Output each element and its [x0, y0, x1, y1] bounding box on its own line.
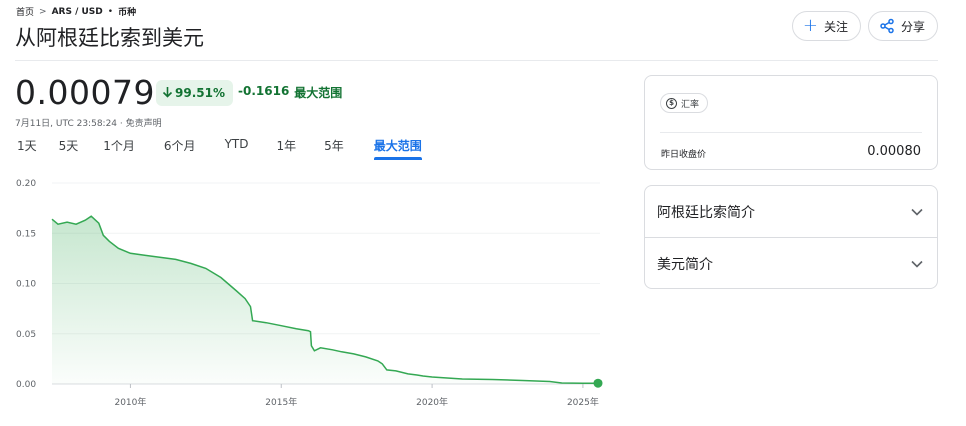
about-usd-item[interactable]: 美元简介 [645, 238, 937, 288]
about-usd-label: 美元简介 [657, 257, 713, 273]
change-absolute: -0.1616 最大范围 [238, 84, 342, 101]
change-percent-badge: 99.51% [156, 80, 233, 106]
price-chart[interactable]: 0.20 0.15 0.10 0.05 0.00 2010年 2015年 2020年 2025… [0, 170, 620, 426]
x-axis: 2010年 2015年 2020年 2025年 [114, 384, 599, 408]
range-tabs: 1天 5天 1个月 6个月 YTD 1年 5年 最大范围 [17, 137, 422, 160]
prev-close-label: 昨日收盘价 [661, 150, 707, 160]
chevron-down-icon [911, 208, 923, 216]
disclaimer-link[interactable]: 免责声明 [126, 119, 162, 129]
about-ars-item[interactable]: 阿根廷比索简介 [645, 186, 937, 238]
dollar-icon: $ [666, 97, 677, 109]
about-ars-label: 阿根廷比索简介 [657, 204, 755, 221]
breadcrumb: 首页 > ARS / USD • 币种 [16, 5, 137, 19]
breadcrumb-pair: ARS / USD [51, 6, 103, 17]
tab-max-range[interactable]: 最大范围 [373, 137, 422, 160]
price-area [52, 216, 598, 384]
plus-icon: + [802, 15, 818, 36]
tab-1-day[interactable]: 1天 [17, 137, 37, 160]
y-axis: 0.20 0.15 0.10 0.05 0.00 [16, 179, 36, 390]
y-tick-label: 0.10 [16, 280, 36, 290]
tab-6-month[interactable]: 6个月 [164, 137, 196, 160]
breadcrumb-separator: > [39, 6, 47, 17]
rate-chip[interactable]: $ 汇率 [660, 93, 709, 113]
follow-button[interactable]: + 关注 [791, 11, 861, 41]
follow-label: 关注 [823, 19, 848, 34]
x-tick-label: 2010年 [114, 396, 146, 408]
change-percent: 99.51% [175, 86, 225, 100]
timestamp: 7月11日, UTC 23:58:24 · 免责声明 [15, 116, 162, 129]
change-value: -0.1616 [238, 84, 290, 98]
tab-1-month[interactable]: 1个月 [103, 137, 135, 160]
rate-chip-label: 汇率 [681, 99, 700, 110]
y-tick-label: 0.05 [16, 330, 36, 340]
y-tick-label: 0.20 [16, 179, 36, 189]
share-button[interactable]: 分享 [867, 11, 938, 41]
x-tick-label: 2025年 [567, 396, 599, 408]
tab-1-year[interactable]: 1年 [276, 137, 296, 160]
header-divider [15, 60, 938, 61]
y-tick-label: 0.00 [16, 380, 36, 390]
share-icon [879, 18, 895, 34]
prev-close-value: 0.00080 [867, 144, 921, 159]
arrow-down-icon [162, 86, 173, 101]
current-price: 0.00079 [15, 73, 155, 112]
breadcrumb-home[interactable]: 首页 [16, 5, 34, 18]
top-actions: + 关注 分享 [791, 11, 938, 41]
chevron-down-icon [911, 260, 923, 268]
share-label: 分享 [900, 19, 925, 34]
tab-5-day[interactable]: 5天 [59, 137, 79, 160]
change-period: 最大范围 [294, 86, 343, 100]
card-divider [660, 132, 922, 133]
y-tick-label: 0.15 [16, 229, 36, 239]
timestamp-text: 7月11日, UTC 23:58:24 · [15, 119, 123, 129]
breadcrumb-category: 币种 [118, 8, 137, 18]
exchange-rate-card: $ 汇率 昨日收盘价 0.00080 [644, 75, 938, 170]
x-tick-label: 2015年 [265, 396, 297, 408]
page-title: 从阿根廷比索到美元 [15, 26, 204, 50]
breadcrumb-dot: • [107, 6, 114, 17]
tab-ytd[interactable]: YTD [225, 137, 249, 160]
tab-5-year[interactable]: 5年 [324, 137, 344, 160]
current-point [593, 378, 603, 388]
about-card: 阿根廷比索简介 美元简介 [644, 185, 938, 289]
x-tick-label: 2020年 [416, 396, 448, 408]
